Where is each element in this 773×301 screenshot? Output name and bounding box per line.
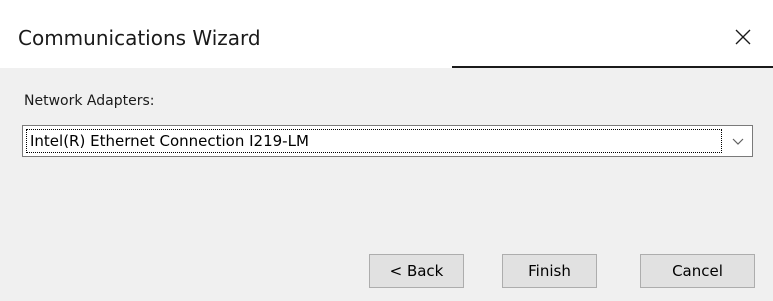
title-bar: Communications Wizard bbox=[0, 0, 773, 68]
window-title: Communications Wizard bbox=[18, 26, 261, 50]
close-icon bbox=[735, 29, 751, 45]
back-button[interactable]: < Back bbox=[369, 254, 464, 288]
chevron-down-icon bbox=[732, 138, 744, 145]
network-adapters-label: Network Adapters: bbox=[24, 93, 155, 109]
cancel-button[interactable]: Cancel bbox=[640, 254, 755, 288]
network-adapters-dropdown[interactable]: Intel(R) Ethernet Connection I219-LM bbox=[22, 125, 753, 157]
finish-button[interactable]: Finish bbox=[502, 254, 597, 288]
dialog-body: Network Adapters: Intel(R) Ethernet Conn… bbox=[0, 68, 773, 301]
close-button[interactable] bbox=[728, 22, 758, 52]
network-adapter-selected-value: Intel(R) Ethernet Connection I219-LM bbox=[26, 129, 722, 153]
communications-wizard-dialog: Communications Wizard Network Adapters: … bbox=[0, 0, 773, 301]
